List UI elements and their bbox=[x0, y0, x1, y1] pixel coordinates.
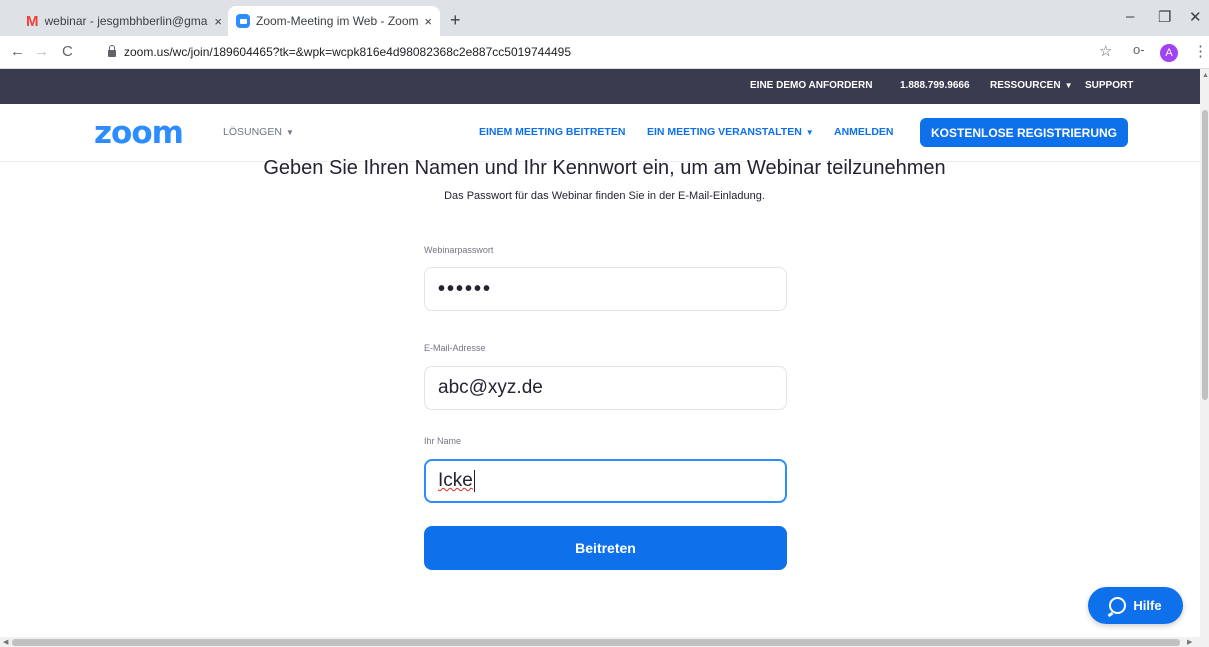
phone-link[interactable]: 1.888.799.9666 bbox=[900, 80, 970, 91]
tab-title: webinar - jesgmbhberlin@gmail. bbox=[44, 14, 209, 28]
request-demo-link[interactable]: EINE DEMO ANFORDERN bbox=[750, 80, 872, 91]
tab-close-icon[interactable]: × bbox=[424, 14, 432, 29]
host-meeting-label: EIN MEETING VERANSTALTEN bbox=[647, 126, 802, 138]
browser-tab-bar: M webinar - jesgmbhberlin@gmail. × Zoom-… bbox=[0, 0, 1209, 36]
name-label: Ihr Name bbox=[424, 436, 462, 446]
caret-down-icon: ▼ bbox=[1064, 81, 1073, 90]
url-text: zoom.us/wc/join/189604465?tk=&wpk=wcpk81… bbox=[124, 45, 572, 59]
name-input[interactable]: Icke bbox=[424, 459, 787, 503]
scroll-left-icon[interactable]: ◀ bbox=[3, 638, 8, 646]
email-input[interactable]: abc@xyz.de bbox=[424, 366, 787, 410]
zoom-logo[interactable]: zoom bbox=[94, 115, 184, 151]
page-subheading: Das Passwort für das Webinar finden Sie … bbox=[444, 190, 765, 202]
register-button[interactable]: KOSTENLOSE REGISTRIERUNG bbox=[920, 118, 1128, 147]
vertical-scroll-thumb[interactable] bbox=[1202, 110, 1208, 400]
browser-menu-icon[interactable]: ⋮ bbox=[1193, 42, 1208, 60]
bookmark-star-icon[interactable]: ☆ bbox=[1099, 42, 1112, 60]
lock-icon bbox=[108, 45, 116, 57]
solutions-label: LÖSUNGEN bbox=[223, 126, 282, 138]
join-button[interactable]: Beitreten bbox=[424, 526, 787, 570]
sign-in-link[interactable]: ANMELDEN bbox=[834, 126, 894, 138]
join-meeting-link[interactable]: EINEM MEETING BEITRETEN bbox=[479, 126, 625, 138]
support-link[interactable]: SUPPORT bbox=[1085, 80, 1133, 91]
address-bar: ← → C zoom.us/wc/join/189604465?tk=&wpk=… bbox=[0, 36, 1209, 69]
tab-title: Zoom-Meeting im Web - Zoom bbox=[256, 14, 419, 28]
scroll-right-icon[interactable]: ▶ bbox=[1187, 638, 1192, 646]
gmail-icon: M bbox=[26, 12, 39, 30]
page-heading: Geben Sie Ihren Namen und Ihr Kennwort e… bbox=[263, 157, 946, 179]
horizontal-scroll-thumb[interactable] bbox=[12, 639, 1180, 646]
password-label: Webinarpasswort bbox=[424, 245, 494, 255]
password-value: •••••• bbox=[438, 277, 493, 300]
tab-zoom[interactable]: Zoom-Meeting im Web - Zoom × bbox=[228, 6, 440, 36]
zoom-top-strip: EINE DEMO ANFORDERN 1.888.799.9666 RESSO… bbox=[0, 69, 1200, 104]
help-label: Hilfe bbox=[1133, 598, 1162, 613]
password-key-icon[interactable]: o- bbox=[1133, 42, 1145, 57]
profile-avatar[interactable]: A bbox=[1160, 44, 1178, 62]
resources-menu[interactable]: RESSOURCEN ▼ bbox=[990, 80, 1073, 91]
text-cursor bbox=[473, 470, 475, 492]
email-value: abc@xyz.de bbox=[438, 377, 543, 398]
scroll-up-icon[interactable]: ▲ bbox=[1202, 72, 1209, 79]
email-label: E-Mail-Adresse bbox=[424, 343, 486, 353]
tab-gmail[interactable]: M webinar - jesgmbhberlin@gmail. × bbox=[18, 6, 230, 36]
zoom-favicon-icon bbox=[236, 14, 250, 28]
minimize-icon[interactable]: – bbox=[1126, 8, 1134, 25]
resources-label: RESSOURCEN bbox=[990, 80, 1061, 91]
host-meeting-menu[interactable]: EIN MEETING VERANSTALTEN ▼ bbox=[647, 126, 814, 138]
help-button[interactable]: Hilfe bbox=[1088, 587, 1183, 624]
name-value: Icke bbox=[438, 470, 473, 491]
restore-icon[interactable]: ❐ bbox=[1158, 8, 1171, 26]
back-arrow-icon[interactable]: ← bbox=[10, 43, 25, 60]
caret-down-icon: ▼ bbox=[285, 128, 294, 137]
zoom-main-nav: zoom LÖSUNGEN ▼ EINEM MEETING BEITRETEN E… bbox=[0, 104, 1200, 162]
reload-icon[interactable]: C bbox=[62, 43, 73, 60]
window-close-icon[interactable]: ✕ bbox=[1189, 8, 1202, 26]
caret-down-icon: ▼ bbox=[805, 128, 814, 137]
new-tab-icon[interactable]: + bbox=[450, 10, 461, 31]
solutions-menu[interactable]: LÖSUNGEN ▼ bbox=[223, 126, 294, 138]
forward-arrow-icon[interactable]: → bbox=[34, 43, 49, 60]
password-input[interactable]: •••••• bbox=[424, 267, 787, 311]
tab-close-icon[interactable]: × bbox=[214, 14, 222, 29]
chat-bubble-icon bbox=[1109, 597, 1127, 614]
url-field[interactable]: zoom.us/wc/join/189604465?tk=&wpk=wcpk81… bbox=[108, 40, 1098, 64]
